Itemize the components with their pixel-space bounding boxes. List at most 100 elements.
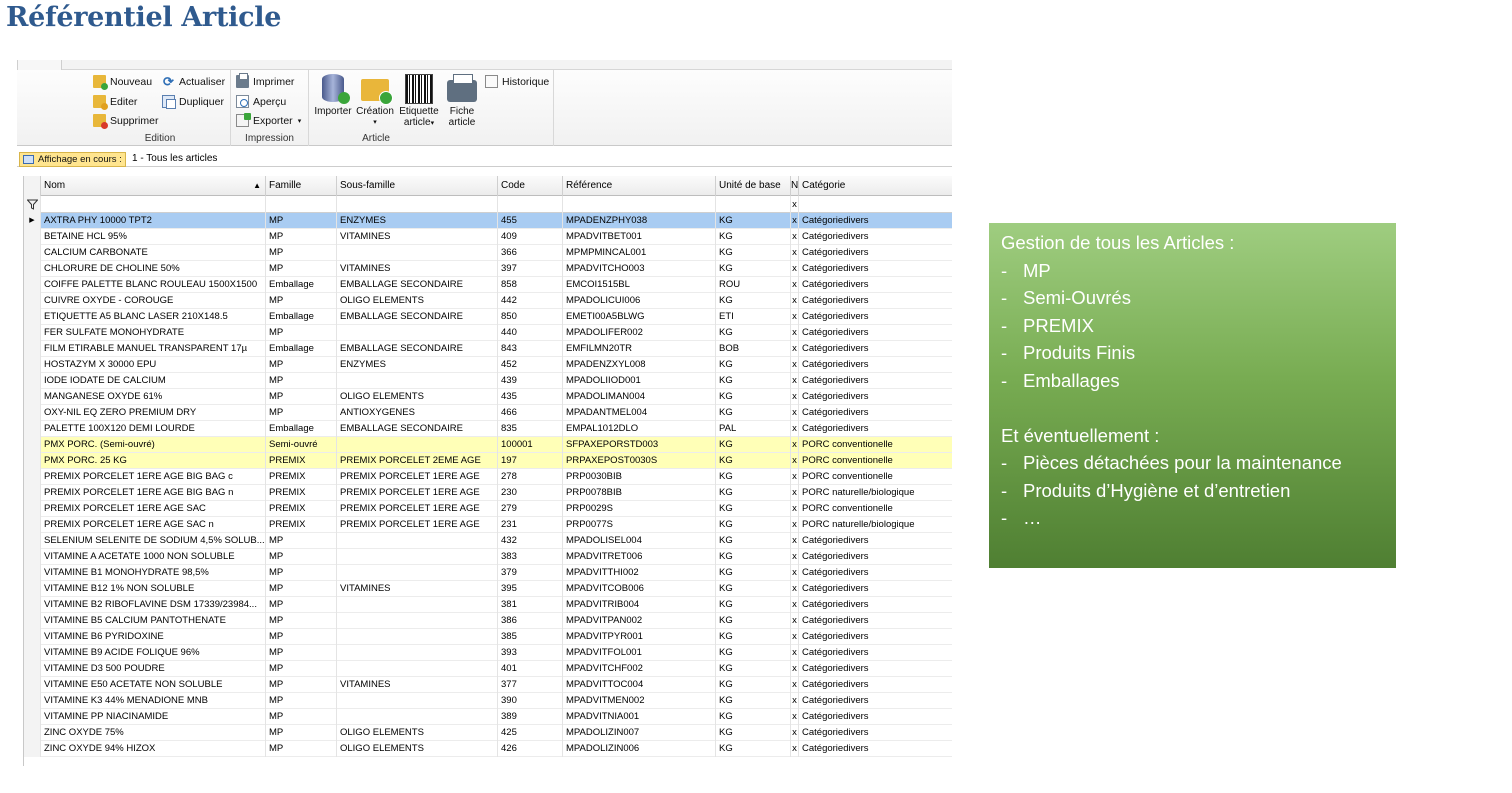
cell-famille[interactable]: MP: [266, 677, 337, 693]
cell-categorie[interactable]: Catégoriedivers: [799, 325, 952, 341]
cell-famille[interactable]: MP: [266, 533, 337, 549]
cell-sous-famille[interactable]: VITAMINES: [337, 261, 498, 277]
cell-famille[interactable]: MP: [266, 565, 337, 581]
cell-unite[interactable]: KG: [716, 533, 791, 549]
cell-nom[interactable]: COIFFE PALETTE BLANC ROULEAU 1500X1500: [41, 277, 266, 293]
filter-sous-famille[interactable]: [337, 196, 498, 213]
cell-code[interactable]: 395: [498, 581, 563, 597]
table-row[interactable]: MANGANESE OXYDE 61% MP OLIGO ELEMENTS 435 MP…: [24, 389, 952, 405]
cell-n[interactable]: x: [791, 629, 799, 645]
cell-categorie[interactable]: PORC conventionelle: [799, 469, 952, 485]
cell-n[interactable]: x: [791, 405, 799, 421]
cell-categorie[interactable]: Catégoriedivers: [799, 373, 952, 389]
cell-sous-famille[interactable]: EMBALLAGE SECONDAIRE: [337, 341, 498, 357]
cell-famille[interactable]: MP: [266, 645, 337, 661]
row-indicator[interactable]: [24, 485, 41, 501]
table-row[interactable]: VITAMINE B9 ACIDE FOLIQUE 96% MP 393 MPADVI…: [24, 645, 952, 661]
cell-n[interactable]: x: [791, 245, 799, 261]
cell-unite[interactable]: KG: [716, 597, 791, 613]
cell-n[interactable]: x: [791, 309, 799, 325]
cell-unite[interactable]: KG: [716, 613, 791, 629]
row-indicator[interactable]: [24, 453, 41, 469]
row-indicator[interactable]: [24, 645, 41, 661]
cell-code[interactable]: 435: [498, 389, 563, 405]
cell-categorie[interactable]: Catégoriedivers: [799, 293, 952, 309]
historique-button[interactable]: Historique: [485, 75, 549, 88]
table-row[interactable]: HOSTAZYM X 30000 EPU MP ENZYMES 452 MPADENZX…: [24, 357, 952, 373]
cell-nom[interactable]: ZINC OXYDE 75%: [41, 725, 266, 741]
table-row[interactable]: BETAINE HCL 95% MP VITAMINES 409 MPADVITBET0…: [24, 229, 952, 245]
cell-code[interactable]: 377: [498, 677, 563, 693]
cell-famille[interactable]: MP: [266, 613, 337, 629]
cell-reference[interactable]: MPADVITBET001: [563, 229, 716, 245]
filter-nom[interactable]: [41, 196, 266, 213]
cell-reference[interactable]: MPADVITTOC004: [563, 677, 716, 693]
cell-n[interactable]: x: [791, 469, 799, 485]
cell-nom[interactable]: MANGANESE OXYDE 61%: [41, 389, 266, 405]
cell-sous-famille[interactable]: [337, 709, 498, 725]
cell-code[interactable]: 100001: [498, 437, 563, 453]
cell-categorie[interactable]: Catégoriedivers: [799, 645, 952, 661]
cell-categorie[interactable]: PORC naturelle/biologique: [799, 485, 952, 501]
cell-n[interactable]: x: [791, 645, 799, 661]
cell-unite[interactable]: KG: [716, 373, 791, 389]
cell-nom[interactable]: SELENIUM SELENITE DE SODIUM 4,5% SOLUB..…: [41, 533, 266, 549]
cell-reference[interactable]: MPADVITCOB006: [563, 581, 716, 597]
cell-code[interactable]: 393: [498, 645, 563, 661]
cell-nom[interactable]: PREMIX PORCELET 1ERE AGE BIG BAG c: [41, 469, 266, 485]
cell-code[interactable]: 835: [498, 421, 563, 437]
cell-n[interactable]: x: [791, 213, 799, 229]
table-row[interactable]: PALETTE 100X120 DEMI LOURDE Emballage EMBA…: [24, 421, 952, 437]
filter-n[interactable]: x: [791, 196, 799, 213]
cell-nom[interactable]: VITAMINE B5 CALCIUM PANTOTHENATE: [41, 613, 266, 629]
cell-n[interactable]: x: [791, 677, 799, 693]
cell-unite[interactable]: KG: [716, 581, 791, 597]
cell-n[interactable]: x: [791, 565, 799, 581]
column-header-reference[interactable]: Référence: [563, 176, 716, 196]
cell-sous-famille[interactable]: PREMIX PORCELET 1ERE AGE: [337, 501, 498, 517]
cell-code[interactable]: 279: [498, 501, 563, 517]
cell-nom[interactable]: VITAMINE B2 RIBOFLAVINE DSM 17339/23984.…: [41, 597, 266, 613]
cell-reference[interactable]: MPADENZPHY038: [563, 213, 716, 229]
cell-reference[interactable]: MPADVITRET006: [563, 549, 716, 565]
table-row[interactable]: VITAMINE A ACETATE 1000 NON SOLUBLE MP 383…: [24, 549, 952, 565]
cell-categorie[interactable]: Catégoriedivers: [799, 405, 952, 421]
cell-sous-famille[interactable]: ENZYMES: [337, 213, 498, 229]
cell-categorie[interactable]: Catégoriedivers: [799, 693, 952, 709]
table-row[interactable]: ▶ AXTRA PHY 10000 TPT2 MP ENZYMES 455 MPADENZ…: [24, 213, 952, 229]
cell-unite[interactable]: KG: [716, 469, 791, 485]
cell-reference[interactable]: PRP0029S: [563, 501, 716, 517]
table-row[interactable]: COIFFE PALETTE BLANC ROULEAU 1500X1500 Em…: [24, 277, 952, 293]
cell-reference[interactable]: MPADVITNIA001: [563, 709, 716, 725]
cell-categorie[interactable]: Catégoriedivers: [799, 213, 952, 229]
current-row-pointer-icon[interactable]: ▶: [24, 213, 41, 229]
row-indicator[interactable]: [24, 293, 41, 309]
cell-reference[interactable]: MPADOLIMAN004: [563, 389, 716, 405]
table-row[interactable]: ZINC OXYDE 94% HIZOX MP OLIGO ELEMENTS 426 M…: [24, 741, 952, 757]
row-indicator[interactable]: [24, 741, 41, 757]
cell-reference[interactable]: MPADVITCHO003: [563, 261, 716, 277]
cell-sous-famille[interactable]: VITAMINES: [337, 229, 498, 245]
cell-n[interactable]: x: [791, 533, 799, 549]
column-header-unite[interactable]: Unité de base: [716, 176, 791, 196]
cell-categorie[interactable]: Catégoriedivers: [799, 421, 952, 437]
apercu-button[interactable]: Aperçu: [236, 95, 286, 108]
cell-unite[interactable]: KG: [716, 741, 791, 757]
cell-nom[interactable]: CHLORURE DE CHOLINE 50%: [41, 261, 266, 277]
cell-n[interactable]: x: [791, 661, 799, 677]
cell-unite[interactable]: KG: [716, 517, 791, 533]
cell-nom[interactable]: ETIQUETTE A5 BLANC LASER 210X148.5: [41, 309, 266, 325]
row-indicator[interactable]: [24, 613, 41, 629]
cell-nom[interactable]: VITAMINE E50 ACETATE NON SOLUBLE: [41, 677, 266, 693]
cell-famille[interactable]: MP: [266, 293, 337, 309]
cell-nom[interactable]: PREMIX PORCELET 1ERE AGE SAC n: [41, 517, 266, 533]
cell-nom[interactable]: VITAMINE B1 MONOHYDRATE 98,5%: [41, 565, 266, 581]
row-indicator[interactable]: [24, 325, 41, 341]
cell-famille[interactable]: Emballage: [266, 309, 337, 325]
cell-reference[interactable]: MPADVITTHI002: [563, 565, 716, 581]
cell-famille[interactable]: MP: [266, 389, 337, 405]
cell-unite[interactable]: KG: [716, 549, 791, 565]
cell-reference[interactable]: PRPAXEPOST0030S: [563, 453, 716, 469]
cell-n[interactable]: x: [791, 549, 799, 565]
cell-n[interactable]: x: [791, 741, 799, 757]
